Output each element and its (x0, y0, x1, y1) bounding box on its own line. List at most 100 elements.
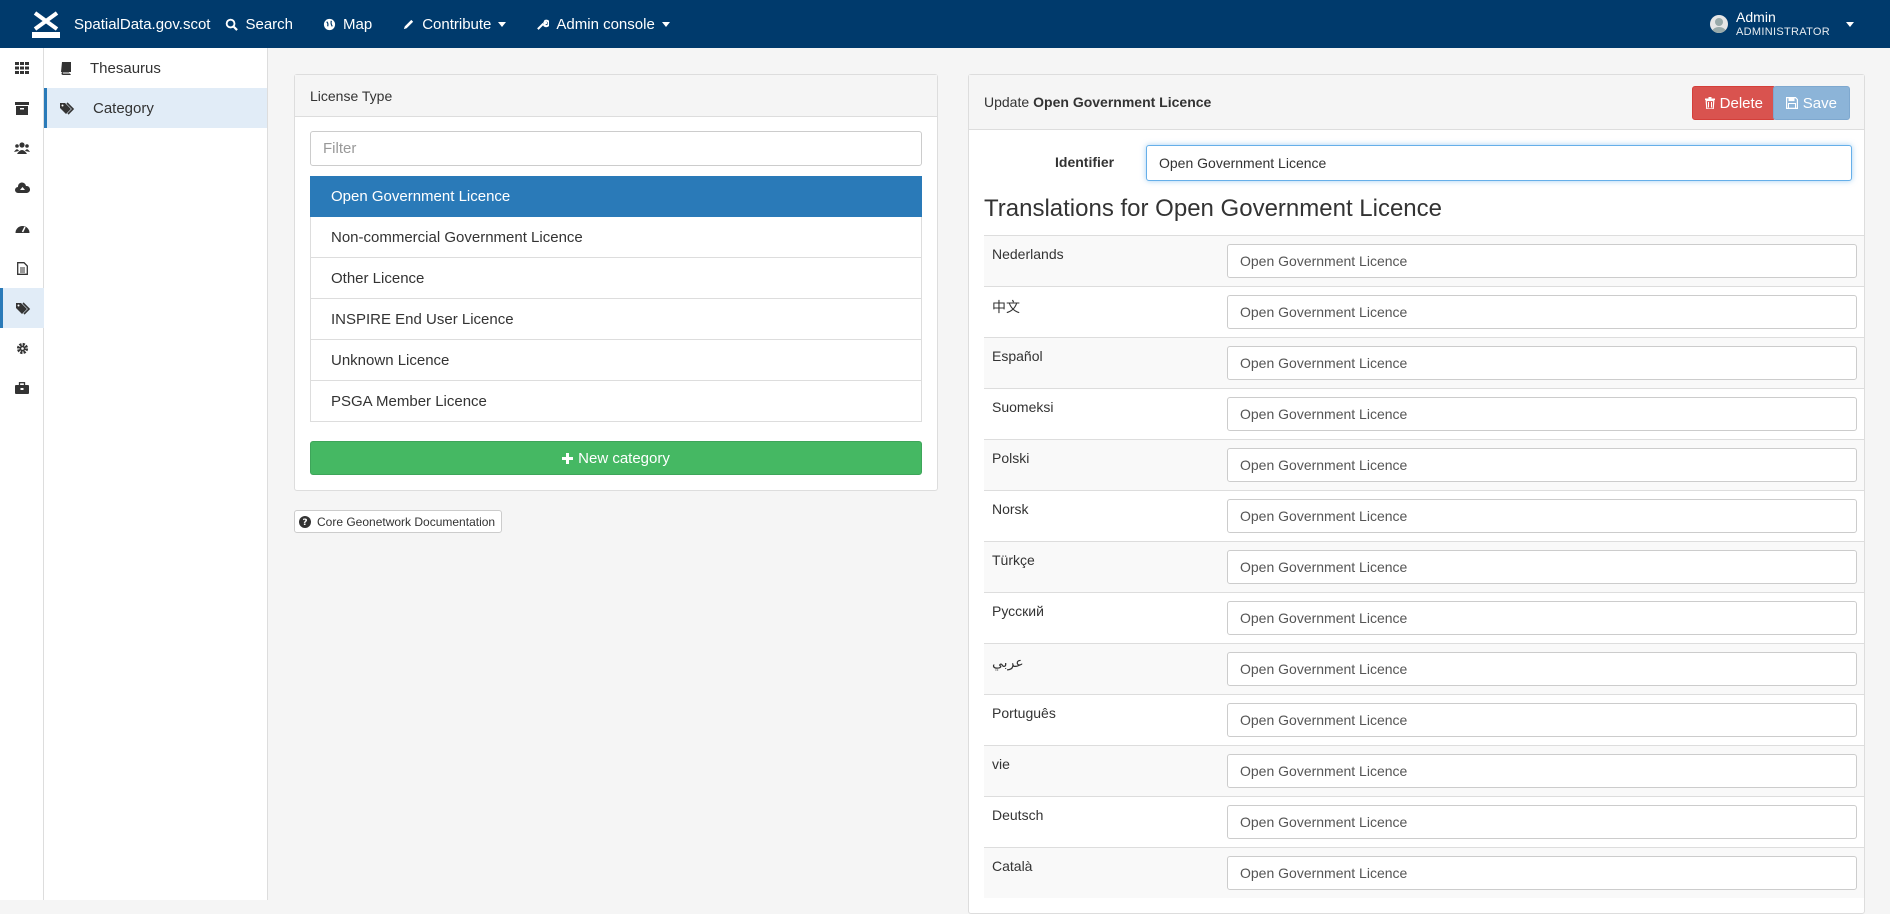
rail-item-dashboard[interactable] (0, 48, 44, 88)
top-navbar: SpatialData.gov.scot Search Map Contribu… (0, 0, 1890, 48)
language-label: Português (992, 705, 1056, 721)
translation-input[interactable] (1227, 856, 1857, 890)
rail-item-settings[interactable] (0, 328, 44, 368)
update-title-prefix: Update (984, 94, 1030, 110)
filter-input[interactable] (310, 131, 922, 166)
table-row: Polski (984, 439, 1864, 490)
update-panel: Update Open Government Licence Delete Sa… (968, 74, 1865, 914)
table-row: Norsk (984, 490, 1864, 541)
list-item[interactable]: Unknown Licence (310, 340, 922, 381)
book-icon (61, 61, 71, 75)
briefcase-icon (15, 382, 29, 394)
chevron-down-icon (661, 21, 670, 27)
new-category-button[interactable]: New category (310, 441, 922, 475)
license-type-panel: License Type Open Government Licence Non… (294, 74, 938, 491)
gear-icon (16, 342, 28, 354)
list-item[interactable]: Open Government Licence (310, 176, 922, 217)
translation-input[interactable] (1227, 448, 1857, 482)
tags-icon (16, 301, 31, 315)
translation-input[interactable] (1227, 295, 1857, 329)
translation-input[interactable] (1227, 652, 1857, 686)
svg-text:?: ? (302, 518, 307, 528)
translations-table: Nederlands 中文 Español Suomeksi Polski No… (984, 235, 1864, 898)
archive-icon (15, 101, 29, 115)
new-category-label: New category (578, 449, 670, 467)
grid-icon (15, 62, 29, 74)
icon-rail (0, 48, 44, 900)
nav-contribute-label: Contribute (422, 15, 492, 33)
language-label: Türkçe (992, 552, 1035, 568)
user-role: ADMINISTRATOR (1736, 25, 1830, 38)
tags-icon (60, 101, 75, 115)
documentation-button[interactable]: ? Core Geonetwork Documentation (294, 510, 503, 533)
table-row: Português (984, 694, 1864, 745)
translation-input[interactable] (1227, 397, 1857, 431)
table-row: Deutsch (984, 796, 1864, 847)
brand[interactable]: SpatialData.gov.scot (32, 0, 210, 48)
language-label: Español (992, 348, 1043, 364)
translation-input[interactable] (1227, 346, 1857, 380)
table-row: vie (984, 745, 1864, 796)
pencil-icon (404, 19, 414, 29)
user-menu[interactable]: Admin ADMINISTRATOR (1710, 0, 1854, 48)
question-circle-icon: ? (299, 515, 311, 528)
translation-input[interactable] (1227, 601, 1857, 635)
identifier-label: Identifier (1055, 154, 1115, 170)
user-name: Admin (1736, 9, 1776, 26)
trash-icon (1704, 97, 1715, 109)
save-button[interactable]: Save (1772, 86, 1850, 120)
language-label: Suomeksi (992, 399, 1054, 415)
nav-admin-console[interactable]: Admin console (521, 0, 684, 48)
list-item[interactable]: INSPIRE End User Licence (310, 299, 922, 340)
language-label: Русский (992, 603, 1044, 619)
table-row: عربي (984, 643, 1864, 694)
dashboard-icon (15, 226, 29, 233)
translation-input[interactable] (1227, 805, 1857, 839)
rail-item-tools[interactable] (0, 368, 44, 408)
table-row: Русский (984, 592, 1864, 643)
wrench-icon (537, 19, 550, 30)
chevron-down-icon (498, 21, 507, 27)
gov-scot-logo (32, 10, 60, 38)
plus-icon (562, 452, 574, 464)
list-item[interactable]: Other Licence (310, 258, 922, 299)
sidebar-item-label: Thesaurus (90, 59, 161, 77)
nav-search[interactable]: Search (210, 0, 308, 48)
sidebar-item-category[interactable]: Category (44, 88, 267, 128)
rail-item-reports[interactable] (0, 248, 44, 288)
chevron-down-icon (1846, 21, 1854, 27)
brand-name: SpatialData.gov.scot (74, 15, 211, 33)
table-row: Español (984, 337, 1864, 388)
classification-sidenav: Thesaurus Category (44, 48, 268, 900)
translation-input[interactable] (1227, 550, 1857, 584)
list-item[interactable]: Non-commercial Government Licence (310, 217, 922, 258)
table-row: 中文 (984, 286, 1864, 337)
translation-input[interactable] (1227, 244, 1857, 278)
rail-item-records[interactable] (0, 88, 44, 128)
table-row: Suomeksi (984, 388, 1864, 439)
rail-item-statistics[interactable] (0, 208, 44, 248)
nav-admin-console-label: Admin console (556, 15, 655, 33)
cloud-upload-icon (14, 182, 30, 193)
identifier-input[interactable] (1146, 145, 1852, 181)
translation-input[interactable] (1227, 499, 1857, 533)
translation-input[interactable] (1227, 754, 1857, 788)
language-label: Nederlands (992, 246, 1064, 262)
table-row: Türkçe (984, 541, 1864, 592)
rail-item-users[interactable] (0, 128, 44, 168)
language-label: Deutsch (992, 807, 1044, 823)
rail-item-classification[interactable] (0, 288, 44, 328)
sidebar-item-thesaurus[interactable]: Thesaurus (44, 48, 267, 88)
list-item[interactable]: PSGA Member Licence (310, 381, 922, 422)
globe-icon (323, 18, 336, 30)
language-label: Polski (992, 450, 1030, 466)
save-label: Save (1802, 94, 1837, 112)
delete-button[interactable]: Delete (1691, 86, 1776, 120)
nav-contribute[interactable]: Contribute (387, 0, 521, 48)
update-title-name: Open Government Licence (1033, 94, 1212, 110)
translation-input[interactable] (1227, 703, 1857, 737)
floppy-disk-icon (1785, 97, 1798, 109)
rail-item-harvesting[interactable] (0, 168, 44, 208)
nav-map[interactable]: Map (308, 0, 387, 48)
sidebar-item-label: Category (93, 99, 154, 117)
